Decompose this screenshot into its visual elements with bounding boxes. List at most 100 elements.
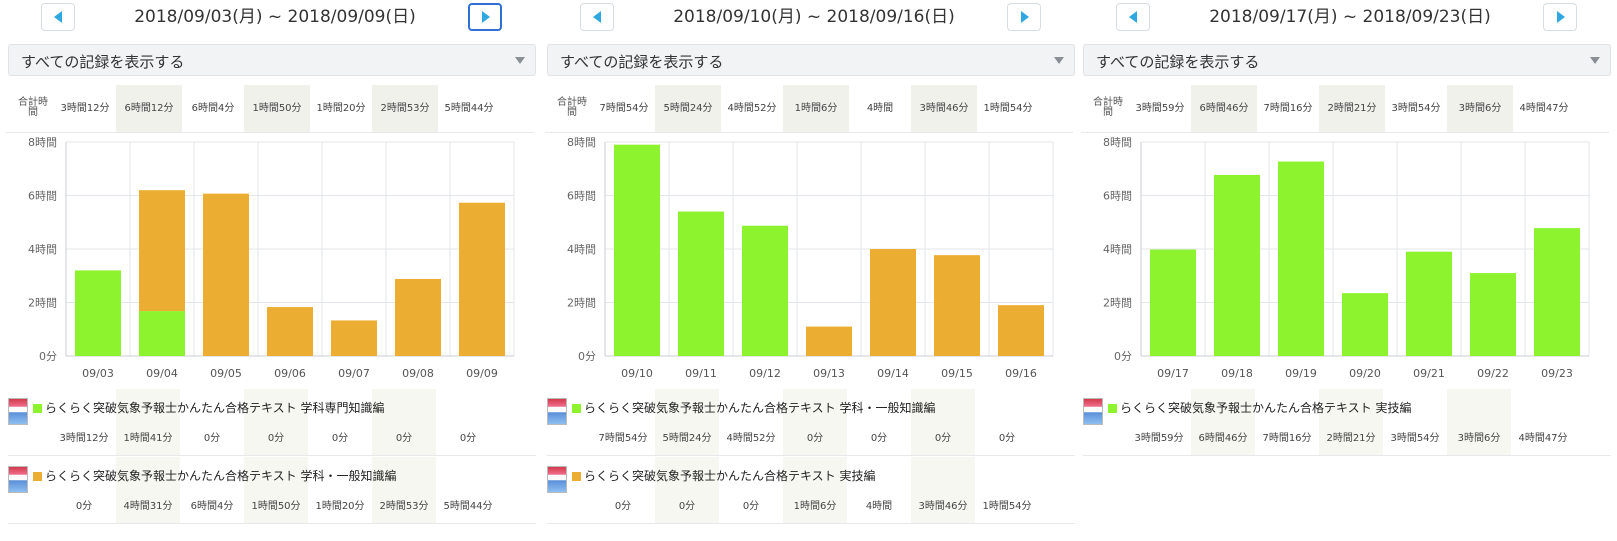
record-filter-value: すべての記録を表示する: [1096, 53, 1260, 71]
x-tick-label: 09/06: [274, 367, 306, 380]
series-color-swatch: [33, 472, 42, 481]
book-daily-time: 1時間20分: [315, 501, 365, 512]
daily-total-cell: 7時間54分: [599, 103, 649, 114]
book-cover-icon: [1083, 398, 1103, 425]
series-color-swatch: [572, 404, 581, 413]
study-time-chart: 0分 2時間 4時間 6時間 8時間 09/17 09/18 09/19 09/20 09/21 0…: [1103, 136, 1590, 380]
daily-total-cell: 1時間6分: [783, 85, 849, 132]
week-panel: 2018/09/03(月) ~ 2018/09/09(日) すべての記録を表示す…: [6, 0, 544, 541]
x-tick-label: 09/22: [1477, 367, 1509, 380]
bar: [459, 202, 505, 356]
daily-total-cell: 3時間54分: [1391, 103, 1441, 114]
x-tick-label: 09/09: [466, 367, 498, 380]
record-filter-select[interactable]: すべての記録を表示する: [1083, 44, 1611, 76]
totals-label: 合計時間: [557, 97, 587, 118]
study-time-chart: 0分 2時間 4時間 6時間 8時間 09/10 09/11 09/12 09/13 09/14 0…: [567, 136, 1054, 380]
book-daily-time: 1時間6分: [793, 501, 837, 512]
bar: [1278, 161, 1324, 356]
x-tick-label: 09/11: [685, 367, 717, 380]
x-tick-label: 09/08: [402, 367, 434, 380]
prev-week-button[interactable]: [1116, 3, 1150, 31]
book-daily-time: 0分: [459, 433, 477, 444]
daily-total-cell: 7時間16分: [1263, 103, 1313, 114]
y-tick-label: 2時間: [1103, 297, 1132, 310]
y-tick-label: 8時間: [567, 136, 596, 149]
record-filter-select[interactable]: すべての記録を表示する: [8, 44, 536, 76]
x-tick-label: 09/12: [749, 367, 781, 380]
book-row: らくらく突破気象予報士かんたん合格テキスト 学科専門知識編 3時間12分 1時間41…: [8, 389, 536, 456]
series-color-swatch: [572, 472, 581, 481]
daily-total-cell: 5時間44分: [444, 103, 494, 114]
week-range-title: 2018/09/03(月) ~ 2018/09/09(日): [134, 7, 416, 27]
daily-total-cell: 6時間46分: [1191, 85, 1257, 132]
book-cover-icon: [8, 398, 28, 425]
next-week-button[interactable]: [1007, 3, 1041, 31]
daily-totals-row: 合計時間 7時間54分 5時間24分 4時間52分 1時間6分 4時間 3時間46分 1時間5…: [545, 85, 1073, 133]
caret-left-icon: [593, 11, 601, 23]
daily-total-cell: 4時間52分: [727, 103, 777, 114]
x-tick-label: 09/18: [1221, 367, 1253, 380]
book-daily-time: 1時間54分: [982, 501, 1032, 512]
x-tick-label: 09/13: [813, 367, 845, 380]
book-daily-time: 0分: [203, 433, 221, 444]
book-cover-icon: [547, 398, 567, 425]
book-daily-time: 3時間12分: [59, 433, 109, 444]
book-daily-time: 0分: [806, 433, 824, 444]
book-daily-time: 6時間46分: [1198, 433, 1248, 444]
study-time-chart: 0分 2時間 4時間 6時間 8時間 09/03 09/04 09/05 09/06 09/07 0…: [28, 136, 515, 380]
y-tick-label: 0分: [578, 350, 596, 363]
bar: [1470, 273, 1516, 356]
record-filter-value: すべての記録を表示する: [560, 53, 724, 71]
bar: [1214, 174, 1260, 356]
next-week-button[interactable]: [1543, 3, 1577, 31]
book-daily-time: 3時間59分: [1134, 433, 1184, 444]
bar: [870, 249, 916, 356]
book-daily-time: 0分: [934, 433, 952, 444]
book-daily-time: 6時間4分: [190, 501, 234, 512]
book-daily-time: 7時間16分: [1262, 433, 1312, 444]
book-daily-time: 0分: [267, 433, 285, 444]
bar: [806, 326, 852, 356]
week-panel: 2018/09/17(月) ~ 2018/09/23(日) すべての記録を表示す…: [1081, 0, 1617, 541]
daily-total-cell: 4時間47分: [1519, 103, 1569, 114]
series-color-swatch: [33, 404, 42, 413]
x-tick-label: 09/05: [210, 367, 242, 380]
book-title: らくらく突破気象予報士かんたん合格テキスト 学科・一般知識編: [584, 401, 936, 415]
y-tick-label: 2時間: [28, 297, 57, 310]
daily-total-cell: 1時間50分: [244, 85, 310, 132]
daily-total-cell: 5時間24分: [655, 85, 721, 132]
caret-down-icon: [515, 57, 525, 64]
daily-total-cell: 4時間: [866, 103, 894, 114]
book-daily-time: 7時間54分: [598, 433, 648, 444]
next-week-button[interactable]: [468, 3, 502, 31]
daily-total-cell: 2時間53分: [372, 85, 438, 132]
record-filter-select[interactable]: すべての記録を表示する: [547, 44, 1075, 76]
bar: [934, 255, 980, 356]
daily-total-cell: 2時間21分: [1319, 85, 1385, 132]
bar: [139, 311, 185, 356]
book-daily-time: 4時間52分: [726, 433, 776, 444]
daily-total-cell: 1時間54分: [983, 103, 1033, 114]
bar: [678, 211, 724, 356]
prev-week-button[interactable]: [41, 3, 75, 31]
book-daily-time: 1時間41分: [123, 433, 173, 444]
book-daily-time: 0分: [998, 433, 1016, 444]
bar: [1406, 251, 1452, 356]
book-cover-icon: [547, 466, 567, 493]
prev-week-button[interactable]: [580, 3, 614, 31]
book-daily-time: 4時間47分: [1518, 433, 1568, 444]
book-daily-time: 1時間50分: [251, 501, 301, 512]
shade-column: [1447, 389, 1511, 455]
x-tick-label: 09/14: [877, 367, 909, 380]
book-row: らくらく突破気象予報士かんたん合格テキスト 実技編 3時間59分 6時間46分 7時間…: [1083, 389, 1611, 456]
book-row: らくらく突破気象予報士かんたん合格テキスト 学科・一般知識編 0分 4時間31分 6時…: [8, 457, 536, 524]
bar: [203, 193, 249, 356]
book-daily-time: 0分: [678, 501, 696, 512]
bar: [395, 278, 441, 356]
x-tick-label: 09/21: [1413, 367, 1445, 380]
daily-total-cell: 3時間12分: [60, 103, 110, 114]
book-daily-time: 0分: [75, 501, 93, 512]
bar: [1150, 249, 1196, 356]
week-range-title: 2018/09/17(月) ~ 2018/09/23(日): [1209, 7, 1491, 27]
bar: [614, 144, 660, 356]
